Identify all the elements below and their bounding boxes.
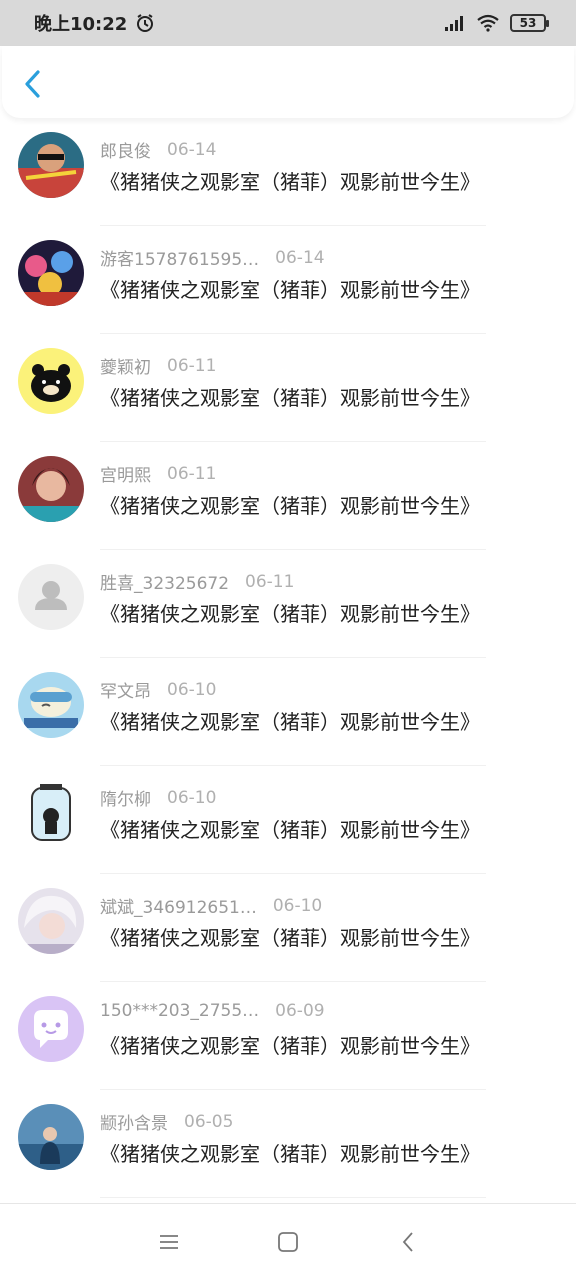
- avatar: [18, 672, 84, 738]
- item-title: 《猪猪侠之观影室（猪菲）观影前世今生》: [100, 1142, 480, 1166]
- item-meta: 胜喜_32325672 06-11: [100, 569, 295, 595]
- list-item[interactable]: 罕文昂 06-10 《猪猪侠之观影室（猪菲）观影前世今生》: [0, 658, 576, 766]
- item-date: 06-11: [167, 463, 217, 484]
- item-meta: 宫明熙 06-11: [100, 461, 217, 487]
- user-name: 宫明熙: [100, 466, 151, 486]
- avatar: [18, 240, 84, 306]
- user-name: 隋尔柳: [100, 790, 151, 810]
- item-date: 06-14: [167, 139, 217, 160]
- alarm-icon: [137, 14, 154, 32]
- item-title: 《猪猪侠之观影室（猪菲）观影前世今生》: [100, 170, 480, 194]
- item-date: 06-11: [167, 355, 217, 376]
- item-meta: 郎良俊 06-14: [100, 137, 217, 163]
- item-title: 《猪猪侠之观影室（猪菲）观影前世今生》: [100, 1034, 480, 1058]
- item-meta: 隋尔柳 06-10: [100, 785, 217, 811]
- list-item[interactable]: 夔颖初 06-11 《猪猪侠之观影室（猪菲）观影前世今生》: [0, 334, 576, 442]
- signal-icon: [445, 16, 463, 31]
- system-nav-bar: [0, 1203, 576, 1280]
- item-meta: 罕文昂 06-10: [100, 677, 217, 703]
- avatar: [18, 132, 84, 198]
- avatar: [18, 780, 84, 846]
- avatar: [18, 564, 84, 630]
- item-date: 06-14: [275, 247, 325, 268]
- item-title: 《猪猪侠之观影室（猪菲）观影前世今生》: [100, 602, 480, 626]
- item-date: 06-11: [245, 571, 295, 592]
- list-item[interactable]: 游客1578761595… 06-14 《猪猪侠之观影室（猪菲）观影前世今生》: [0, 226, 576, 334]
- user-name: 游客1578761595…: [100, 250, 260, 270]
- list-item[interactable]: 斌斌_346912651… 06-10 《猪猪侠之观影室（猪菲）观影前世今生》: [0, 874, 576, 982]
- item-meta: 夔颖初 06-11: [100, 353, 217, 379]
- status-bar: 晚上10:22 53: [0, 0, 576, 46]
- user-name: 郎良俊: [100, 142, 151, 162]
- item-date: 06-10: [272, 895, 323, 916]
- battery-level: 53: [519, 16, 537, 30]
- avatar: [18, 996, 84, 1062]
- item-title: 《猪猪侠之观影室（猪菲）观影前世今生》: [100, 926, 480, 950]
- battery-icon: 53: [510, 14, 549, 32]
- user-name: 罕文昂: [100, 682, 151, 702]
- item-meta: 颛孙含景 06-05: [100, 1109, 234, 1135]
- avatar: [18, 456, 84, 522]
- item-title: 《猪猪侠之观影室（猪菲）观影前世今生》: [100, 278, 480, 302]
- item-title: 《猪猪侠之观影室（猪菲）观影前世今生》: [100, 386, 480, 410]
- avatar: [18, 348, 84, 414]
- back-icon[interactable]: [397, 1230, 421, 1254]
- item-title: 《猪猪侠之观影室（猪菲）观影前世今生》: [100, 710, 480, 734]
- user-name: 胜喜_32325672: [100, 574, 230, 594]
- user-name: 颛孙含景: [100, 1114, 168, 1134]
- item-date: 06-05: [184, 1111, 234, 1132]
- wifi-icon: [477, 14, 499, 32]
- list-item[interactable]: 宫明熙 06-11 《猪猪侠之观影室（猪菲）观影前世今生》: [0, 442, 576, 550]
- list-item[interactable]: 胜喜_32325672 06-11 《猪猪侠之观影室（猪菲）观影前世今生》: [0, 550, 576, 658]
- item-title: 《猪猪侠之观影室（猪菲）观影前世今生》: [100, 818, 480, 842]
- menu-icon[interactable]: [157, 1230, 181, 1254]
- avatar: [18, 888, 84, 954]
- user-name: 夔颖初: [100, 358, 151, 378]
- status-right: 53: [444, 14, 549, 32]
- header-bar: [2, 46, 574, 118]
- list-item[interactable]: 隋尔柳 06-10 《猪猪侠之观影室（猪菲）观影前世今生》: [0, 766, 576, 874]
- item-meta: 游客1578761595… 06-14: [100, 245, 325, 271]
- home-icon[interactable]: [276, 1230, 300, 1254]
- chevron-left-icon[interactable]: [18, 66, 48, 102]
- user-name: 斌斌_346912651…: [100, 898, 257, 918]
- divider: [100, 1197, 486, 1198]
- item-date: 06-10: [167, 679, 217, 700]
- list-item[interactable]: 郎良俊 06-14 《猪猪侠之观影室（猪菲）观影前世今生》: [0, 118, 576, 226]
- viewer-list: 郎良俊 06-14 《猪猪侠之观影室（猪菲）观影前世今生》 游客15787615…: [0, 118, 576, 1198]
- item-meta: 150***203_2755… 06-09: [100, 1001, 325, 1021]
- item-date: 06-10: [167, 787, 217, 808]
- user-name: 150***203_2755…: [100, 1001, 260, 1021]
- status-time: 晚上10:22: [34, 14, 128, 35]
- list-item[interactable]: 颛孙含景 06-05 《猪猪侠之观影室（猪菲）观影前世今生》: [0, 1090, 576, 1198]
- item-date: 06-09: [275, 1001, 325, 1021]
- item-meta: 斌斌_346912651… 06-10: [100, 893, 323, 919]
- avatar: [18, 1104, 84, 1170]
- status-left: 晚上10:22: [34, 10, 155, 36]
- list-item[interactable]: 150***203_2755… 06-09 《猪猪侠之观影室（猪菲）观影前世今生…: [0, 982, 576, 1090]
- item-title: 《猪猪侠之观影室（猪菲）观影前世今生》: [100, 494, 480, 518]
